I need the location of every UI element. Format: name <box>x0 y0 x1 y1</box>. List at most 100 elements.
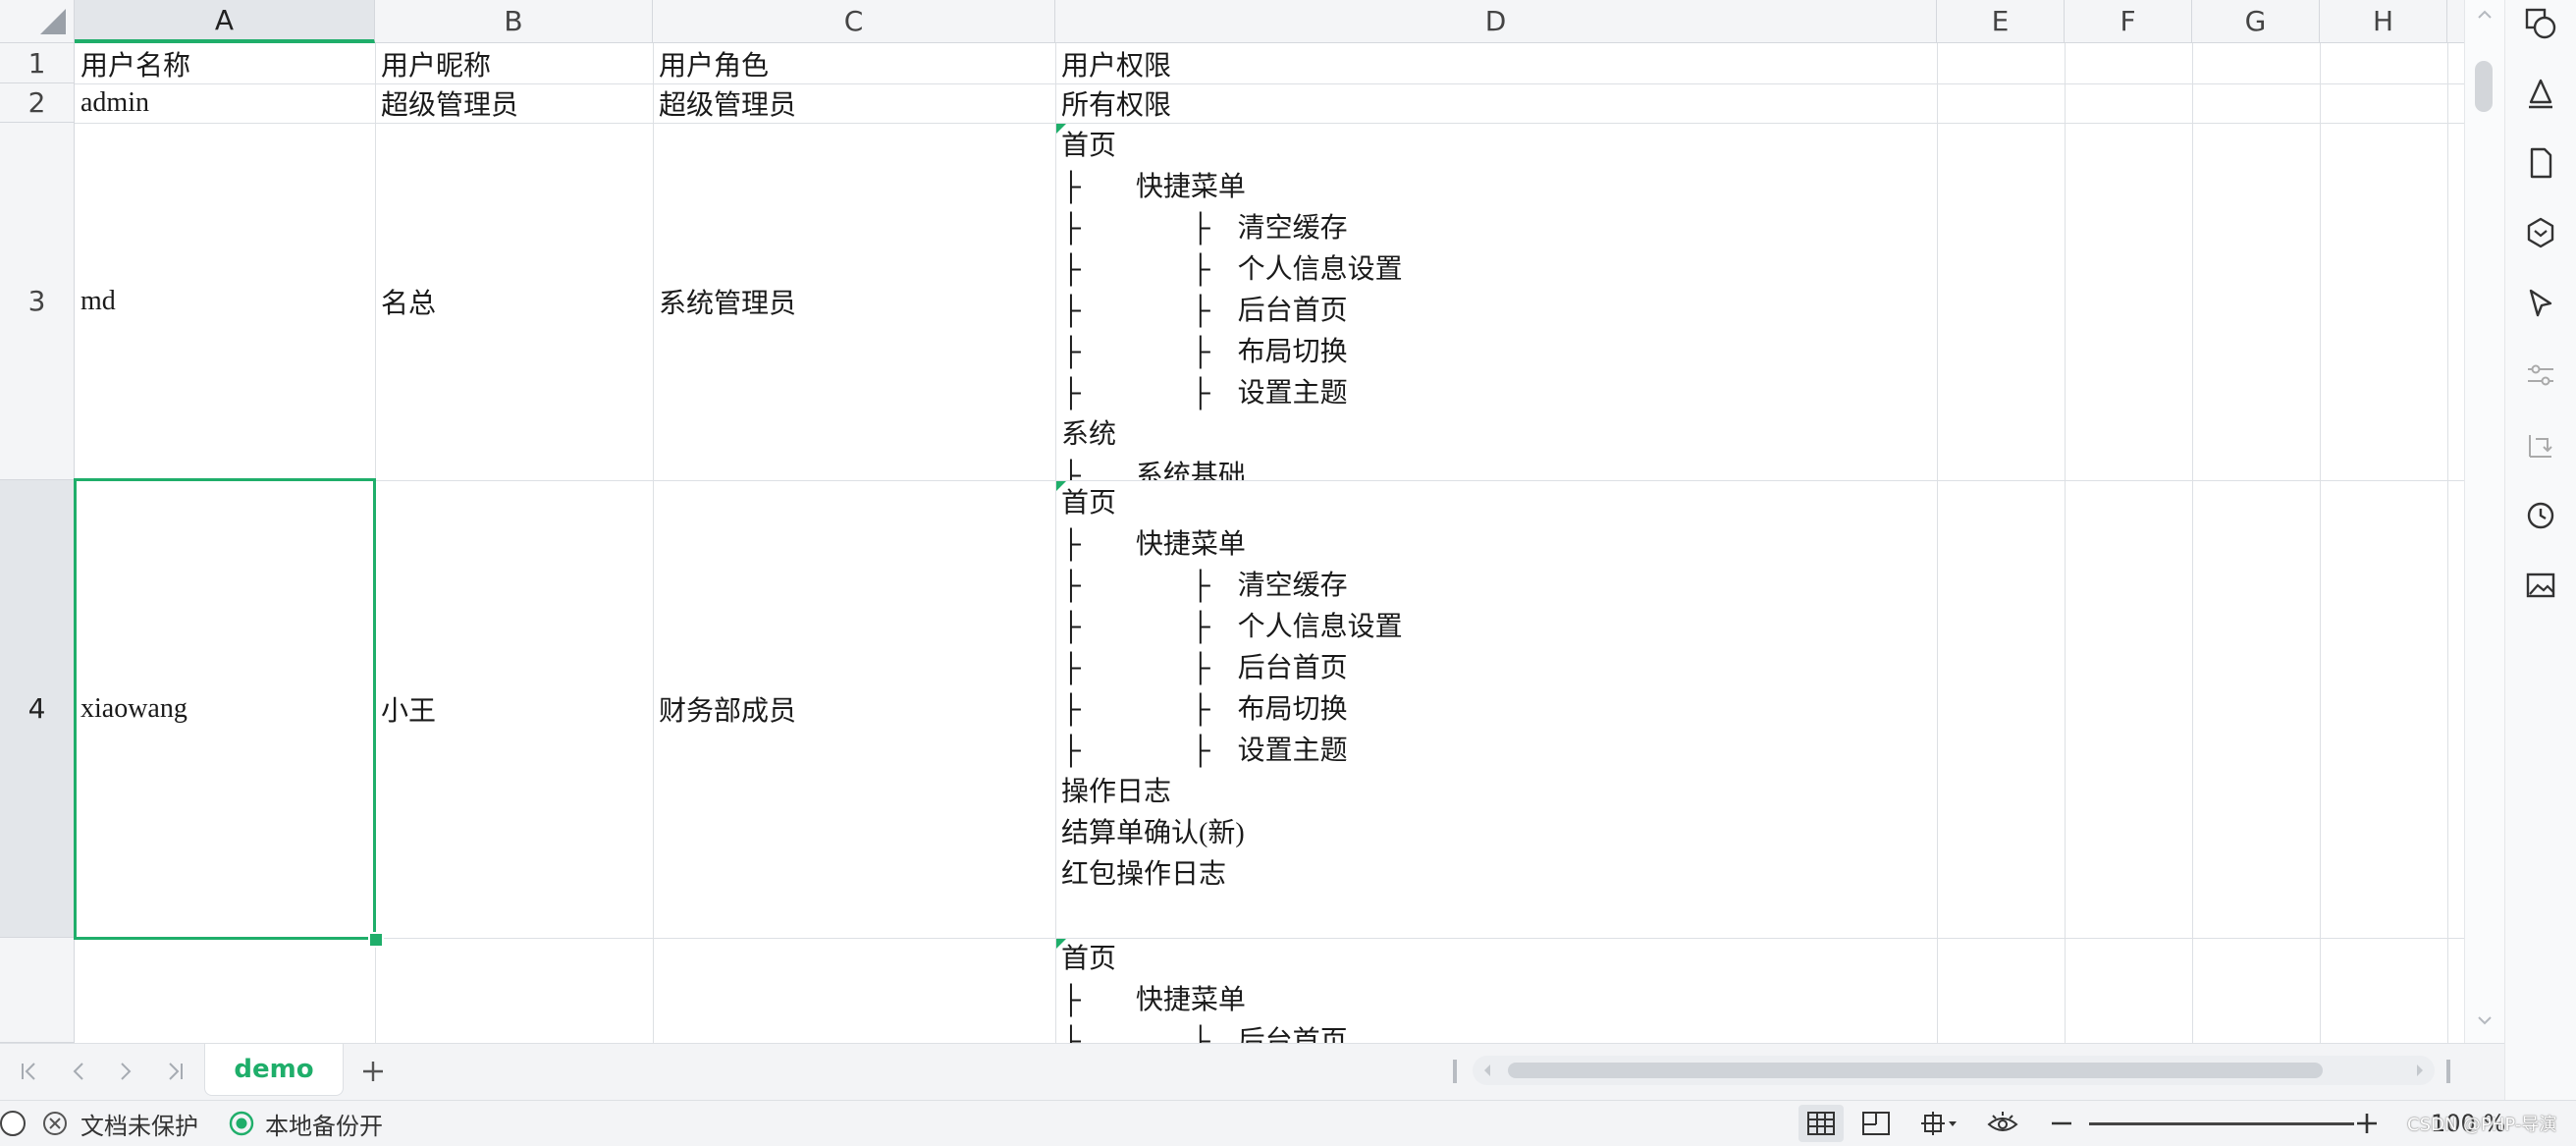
column-header-e[interactable]: E <box>1937 0 2065 43</box>
previous-sheet-icon[interactable] <box>61 1054 96 1089</box>
add-sheet-button[interactable] <box>353 1052 393 1091</box>
row-header-4[interactable]: 4 <box>0 480 75 938</box>
last-sheet-icon[interactable] <box>157 1054 192 1089</box>
right-tool-panel <box>2504 0 2576 1100</box>
history-icon[interactable] <box>2519 494 2562 537</box>
grid-line <box>2065 43 2066 1043</box>
eye-protection-icon[interactable] <box>1985 1109 2020 1138</box>
cell-b2[interactable]: 超级管理员 <box>375 83 653 123</box>
cell-b3[interactable]: 名总 <box>375 123 653 480</box>
comment-indicator <box>1056 124 1066 134</box>
unprotected-icon <box>37 1109 73 1138</box>
protect-status[interactable]: 文档未保护 <box>80 1101 198 1146</box>
pen-icon[interactable] <box>2519 73 2562 116</box>
horizontal-scroll-thumb[interactable] <box>1508 1063 2323 1078</box>
column-header-a[interactable]: A <box>75 0 375 43</box>
vertical-scrollbar[interactable] <box>2464 0 2504 1043</box>
permission-line: ├ ├ 布局切换 <box>1061 694 1348 725</box>
horizontal-scrollbar[interactable] <box>1473 1056 2435 1085</box>
row-header-3[interactable]: 3 <box>0 123 75 480</box>
scroll-left-icon[interactable] <box>1482 1064 1492 1077</box>
permission-line: 系统 <box>1061 419 1117 450</box>
normal-view-icon[interactable] <box>1798 1105 1844 1142</box>
comment-indicator <box>1056 481 1066 491</box>
column-header-h[interactable]: H <box>2320 0 2447 43</box>
split-handle-right[interactable] <box>2446 1060 2450 1083</box>
permission-line: ├ 快捷菜单 <box>1061 529 1246 560</box>
permission-line: ├ 系统基础 <box>1061 461 1246 480</box>
vertical-scroll-thumb[interactable] <box>2475 61 2493 112</box>
permission-line: ├ ├ 清空缓存 <box>1061 213 1348 244</box>
comment-indicator <box>1056 939 1066 949</box>
cell-d3[interactable]: 首页 ├ 快捷菜单 ├ ├ 清空缓存 ├ ├ 个人信息设置 ├ ├ 后台首页 ├… <box>1055 126 1937 480</box>
permission-line: ├ ├ 布局切换 <box>1061 337 1348 367</box>
select-all-icon <box>40 9 66 34</box>
merge-icon[interactable] <box>2519 424 2562 467</box>
row-header-2[interactable]: 2 <box>0 83 75 123</box>
grid-line <box>2192 43 2193 1043</box>
image-icon[interactable] <box>2519 564 2562 607</box>
cell-c4[interactable]: 财务部成员 <box>653 480 1055 938</box>
cell-d1[interactable]: 用户权限 <box>1055 43 1937 83</box>
status-bar: 文档未保护 本地备份开 100 % CSDN @PHP-导演 <box>0 1100 2576 1146</box>
permission-line: ├ ├ 清空缓存 <box>1061 571 1348 601</box>
permission-line: ├ ├ 设置主题 <box>1061 378 1348 409</box>
scroll-right-icon[interactable] <box>2415 1064 2425 1077</box>
row-header-1[interactable]: 1 <box>0 43 75 83</box>
cell-c1[interactable]: 用户角色 <box>653 43 1055 83</box>
sheet-tab-demo[interactable]: demo <box>204 1044 344 1096</box>
first-sheet-icon[interactable] <box>12 1054 47 1089</box>
shapes-icon[interactable] <box>2519 2 2562 45</box>
column-header-d[interactable]: D <box>1055 0 1937 43</box>
scroll-up-icon[interactable] <box>2477 10 2493 20</box>
zoom-in-icon[interactable] <box>2349 1109 2385 1138</box>
page-layout-icon[interactable] <box>1858 1109 1894 1138</box>
permission-line: 首页 <box>1061 944 1117 974</box>
spreadsheet-grid[interactable]: A B C D E F G H 1 2 3 4 5 用户名称 用户昵称 用户角色… <box>0 0 2464 1043</box>
permission-line: ├ ├ 个人信息设置 <box>1061 254 1403 285</box>
document-icon[interactable] <box>2519 141 2562 185</box>
backup-status[interactable]: 本地备份开 <box>265 1101 383 1146</box>
cell-b4[interactable]: 小王 <box>375 480 653 938</box>
split-handle-left[interactable] <box>1453 1060 1457 1083</box>
grid-line <box>1937 43 1938 1043</box>
zoom-slider-thumb[interactable] <box>0 1111 26 1136</box>
column-header-b[interactable]: B <box>375 0 653 43</box>
cell-d4[interactable]: 首页 ├ 快捷菜单 ├ ├ 清空缓存 ├ ├ 个人信息设置 ├ ├ 后台首页 ├… <box>1055 483 1937 938</box>
permission-line: ├ ├ 后台首页 <box>1061 1026 1348 1043</box>
cell-a2[interactable]: admin <box>75 83 375 123</box>
scroll-down-icon[interactable] <box>2477 1015 2493 1025</box>
active-cell-selection <box>74 478 376 940</box>
cube-icon[interactable] <box>2519 211 2562 254</box>
cell-b1[interactable]: 用户昵称 <box>375 43 653 83</box>
permission-line: 结算单确认(新) <box>1061 818 1245 848</box>
plus-icon <box>363 1062 383 1081</box>
sliders-icon[interactable] <box>2519 354 2562 397</box>
next-sheet-icon[interactable] <box>108 1054 143 1089</box>
permission-line: 首页 <box>1061 488 1117 518</box>
permission-line: ├ 快捷菜单 <box>1061 172 1246 202</box>
permission-line: ├ ├ 个人信息设置 <box>1061 612 1403 642</box>
permission-line: ├ ├ 后台首页 <box>1061 296 1348 326</box>
column-header-f[interactable]: F <box>2065 0 2192 43</box>
backup-on-icon <box>224 1109 259 1138</box>
row-header-5[interactable]: 5 <box>0 938 75 1043</box>
zoom-slider[interactable] <box>2089 1122 2354 1125</box>
zoom-out-icon[interactable] <box>2044 1109 2079 1138</box>
permission-line: ├ ├ 设置主题 <box>1061 736 1348 766</box>
fill-handle[interactable] <box>368 932 384 948</box>
cell-d2[interactable]: 所有权限 <box>1055 83 1937 123</box>
cursor-icon[interactable] <box>2519 282 2562 325</box>
cell-a1[interactable]: 用户名称 <box>75 43 375 83</box>
permission-line: 首页 <box>1061 131 1117 161</box>
permission-line: 操作日志 <box>1061 777 1172 807</box>
select-all-corner[interactable] <box>0 0 75 43</box>
column-header-g[interactable]: G <box>2192 0 2320 43</box>
cell-c2[interactable]: 超级管理员 <box>653 83 1055 123</box>
cell-d5[interactable]: 首页 ├ 快捷菜单 ├ ├ 后台首页 <box>1055 939 1937 1043</box>
cell-a3[interactable]: md <box>75 123 375 480</box>
cell-c3[interactable]: 系统管理员 <box>653 123 1055 480</box>
reading-layout-icon[interactable] <box>1916 1109 1961 1138</box>
sheet-tab-bar: demo <box>0 1043 2504 1101</box>
column-header-c[interactable]: C <box>653 0 1055 43</box>
